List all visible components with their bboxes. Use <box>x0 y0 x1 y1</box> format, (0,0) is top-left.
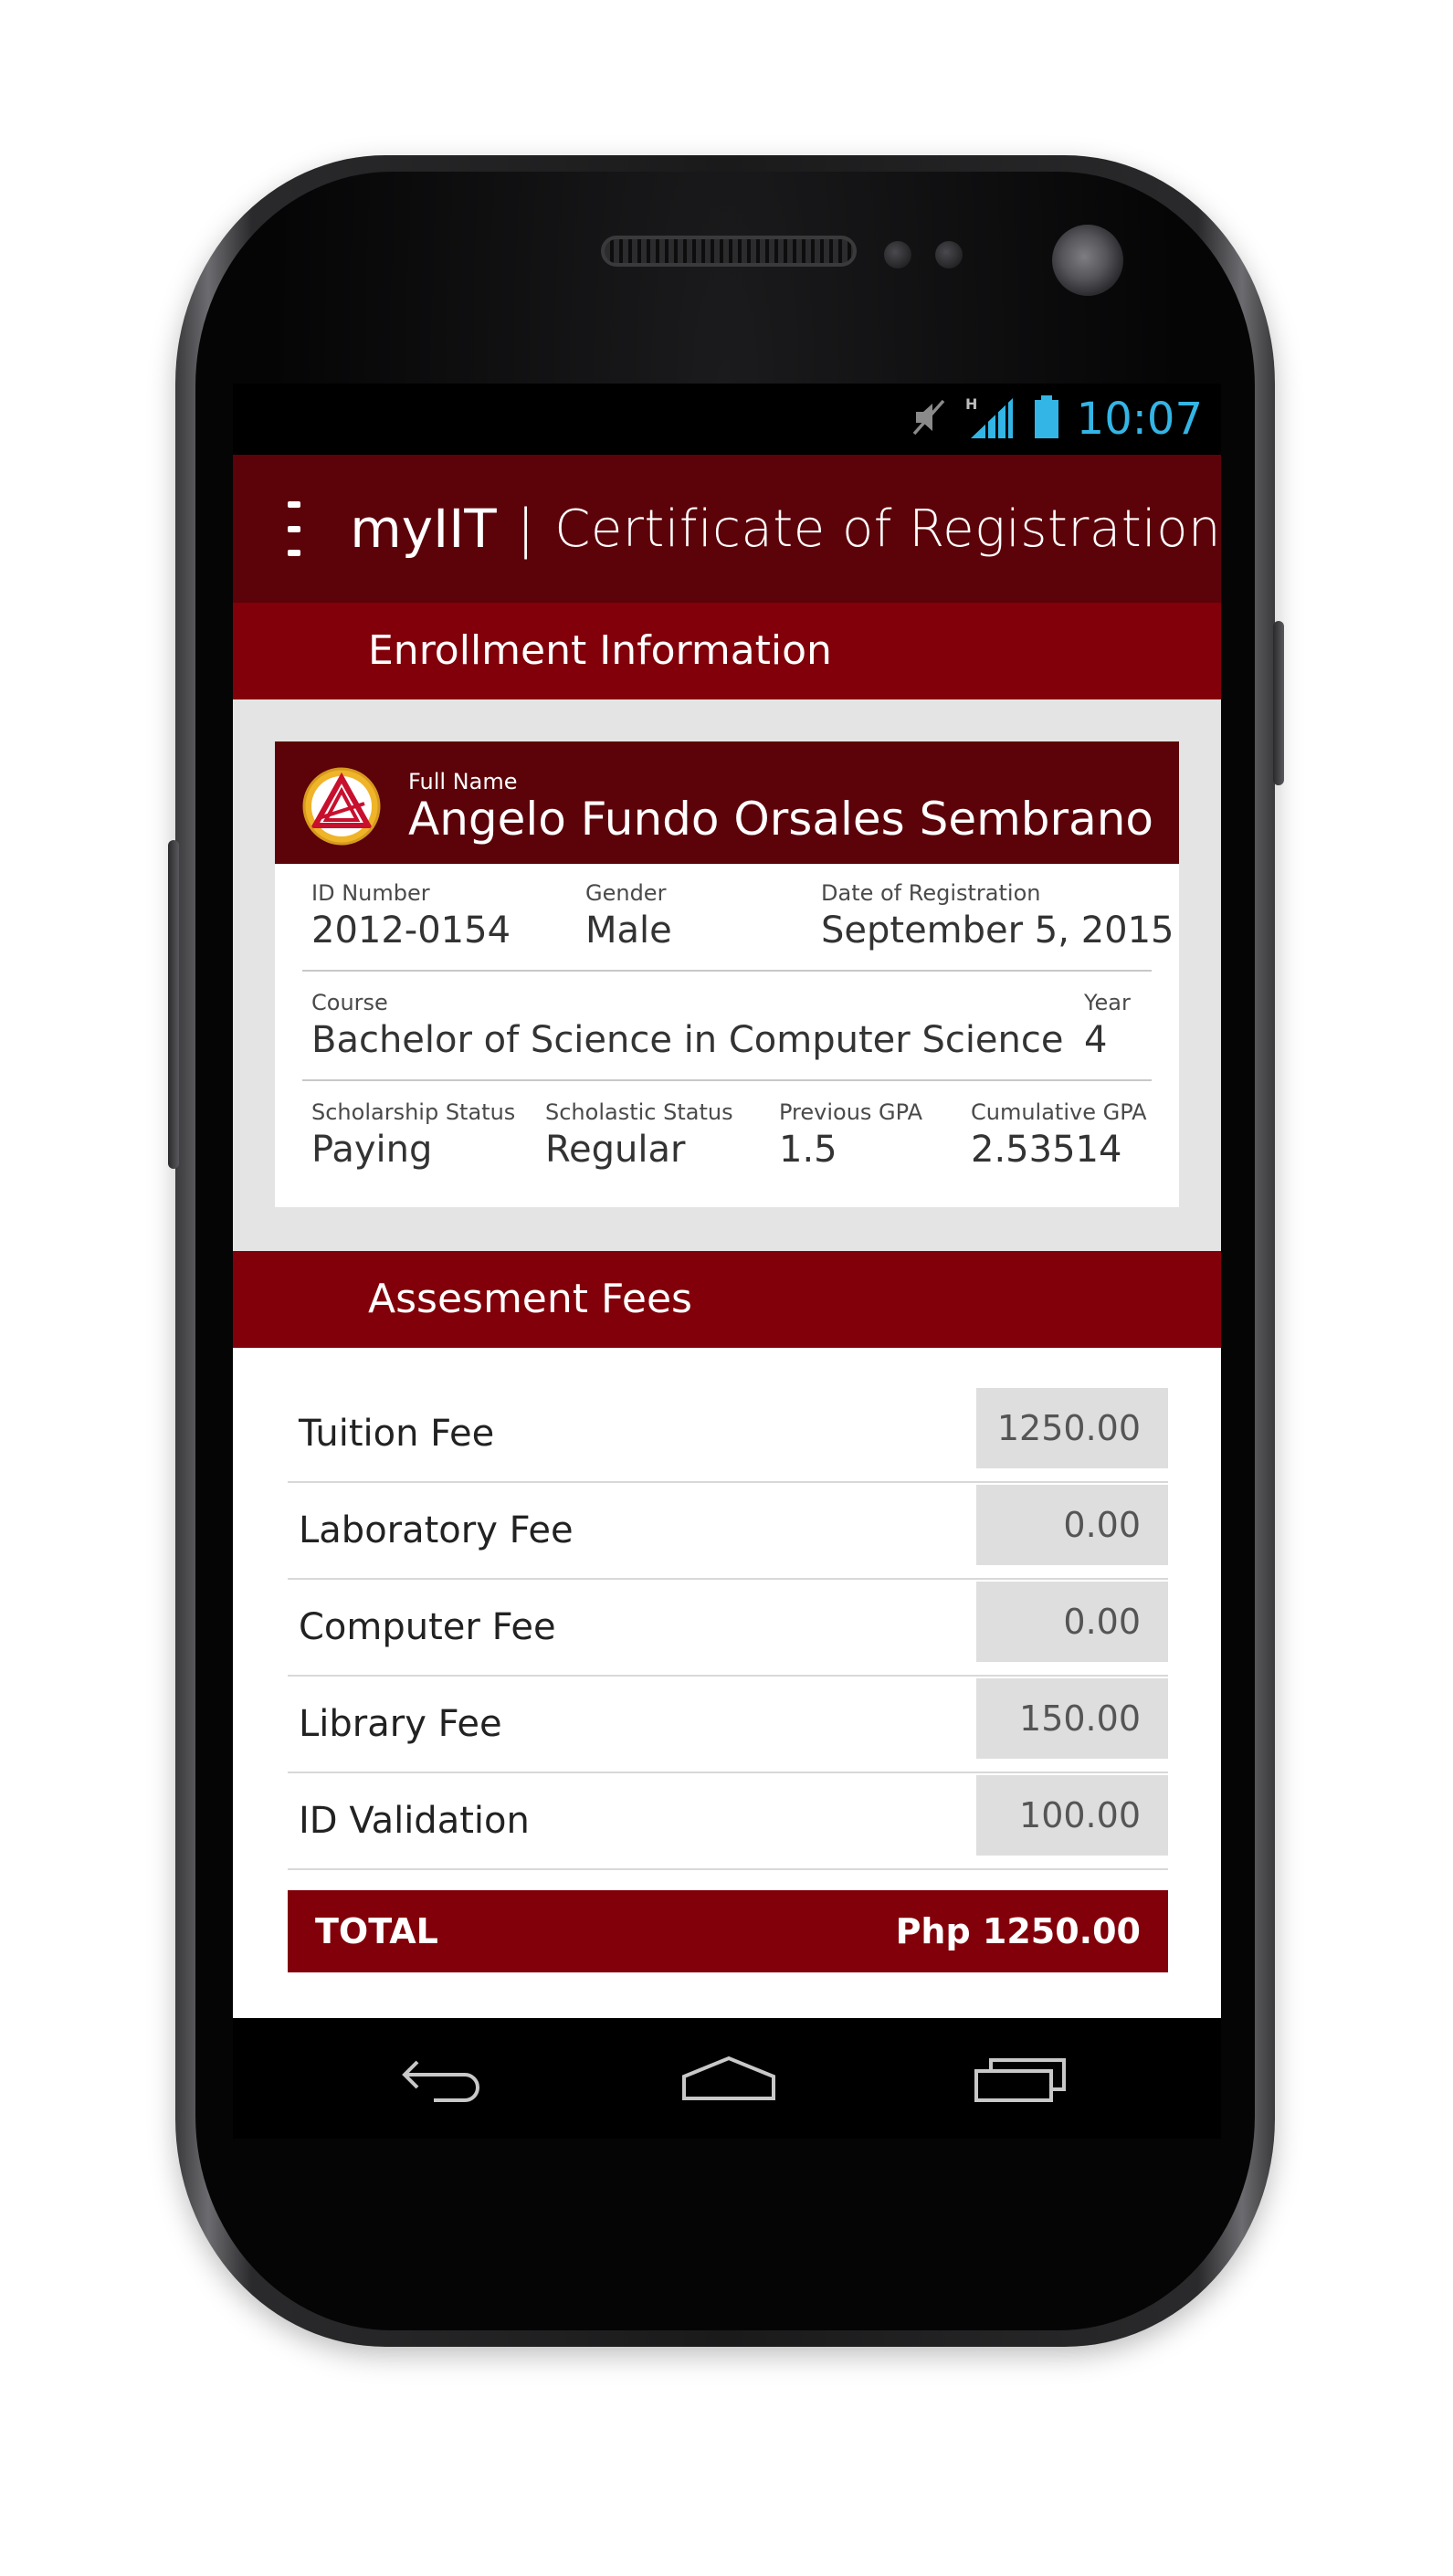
full-name-value: Angelo Fundo Orsales Sembrano <box>408 793 1154 846</box>
year-label: Year <box>1084 990 1131 1015</box>
back-icon[interactable] <box>394 2051 494 2106</box>
school-logo-icon <box>302 767 381 846</box>
home-icon[interactable] <box>679 2051 779 2106</box>
previous-gpa-value: 1.5 <box>779 1129 837 1171</box>
fee-amount: 0.00 <box>976 1582 1168 1662</box>
status-icons: H 10:07 <box>909 384 1203 455</box>
fee-row: Library Fee 150.00 <box>288 1678 1168 1773</box>
fee-row: Computer Fee 0.00 <box>288 1582 1168 1677</box>
app-title: myIIT | Certificate of Registration <box>350 498 1221 560</box>
gender-value: Male <box>585 909 672 952</box>
app-bar: myIIT | Certificate of Registration <box>233 455 1221 603</box>
fee-name: Laboratory Fee <box>299 1509 574 1551</box>
fee-name: Computer Fee <box>299 1606 556 1648</box>
card-divider <box>302 970 1152 972</box>
cumulative-gpa-field: Cumulative GPA 2.53514 <box>971 1099 1147 1171</box>
title-separator: | <box>516 498 535 560</box>
fee-row: Tuition Fee 1250.00 <box>288 1388 1168 1483</box>
total-label: TOTAL <box>315 1911 438 1951</box>
course-value: Bachelor of Science in Computer Science <box>311 1019 1064 1061</box>
id-number-field: ID Number 2012-0154 <box>311 880 511 952</box>
fee-amount: 0.00 <box>976 1485 1168 1565</box>
fee-row: Laboratory Fee 0.00 <box>288 1485 1168 1580</box>
earpiece-speaker <box>601 236 857 267</box>
total-bar: TOTAL Php 1250.00 <box>288 1890 1168 1972</box>
screen: H 10:07 myIIT | Certificate of Registrat… <box>233 384 1221 2139</box>
enrollment-card: Full Name Angelo Fundo Orsales Sembrano … <box>275 741 1179 1207</box>
enrollment-background: Full Name Angelo Fundo Orsales Sembrano … <box>233 699 1221 1251</box>
registration-date-field: Date of Registration September 5, 2015 <box>821 880 1174 952</box>
full-name-label: Full Name <box>408 769 518 794</box>
previous-gpa-field: Previous GPA 1.5 <box>779 1099 922 1171</box>
cumulative-gpa-value: 2.53514 <box>971 1129 1122 1171</box>
fee-name: Library Fee <box>299 1703 502 1745</box>
scholastic-value: Regular <box>545 1129 686 1171</box>
svg-text:H: H <box>965 395 977 413</box>
mute-icon <box>909 397 949 442</box>
student-name-header: Full Name Angelo Fundo Orsales Sembrano <box>275 741 1179 864</box>
fee-name: Tuition Fee <box>299 1413 495 1455</box>
course-field: Course Bachelor of Science in Computer S… <box>311 990 1064 1061</box>
system-nav-bar <box>233 2018 1221 2139</box>
year-field: Year 4 <box>1084 990 1131 1061</box>
proximity-sensor <box>884 241 911 268</box>
enrollment-section-title: Enrollment Information <box>368 627 832 674</box>
scholastic-label: Scholastic Status <box>545 1099 733 1125</box>
recent-apps-icon[interactable] <box>971 2051 1071 2106</box>
course-label: Course <box>311 990 388 1015</box>
total-value: Php 1250.00 <box>895 1911 1141 1951</box>
id-number-label: ID Number <box>311 880 430 906</box>
year-value: 4 <box>1084 1019 1108 1061</box>
gender-label: Gender <box>585 880 667 906</box>
card-divider <box>302 1079 1152 1081</box>
fee-amount: 1250.00 <box>976 1388 1168 1468</box>
scholarship-value: Paying <box>311 1129 433 1171</box>
fees-section-title: Assesment Fees <box>368 1276 692 1322</box>
clock: 10:07 <box>1076 394 1203 445</box>
gender-field: Gender Male <box>585 880 672 952</box>
light-sensor <box>935 241 963 268</box>
fee-name: ID Validation <box>299 1800 530 1842</box>
signal-h-icon: H <box>965 394 1016 445</box>
status-bar: H 10:07 <box>233 384 1221 455</box>
enrollment-section-header: Enrollment Information <box>233 603 1221 699</box>
scholarship-label: Scholarship Status <box>311 1099 516 1125</box>
battery-icon <box>1033 394 1060 445</box>
scholarship-field: Scholarship Status Paying <box>311 1099 515 1171</box>
scholastic-field: Scholastic Status Regular <box>545 1099 733 1171</box>
id-number-value: 2012-0154 <box>311 909 511 952</box>
product-shot: H 10:07 myIIT | Certificate of Registrat… <box>0 0 1453 2576</box>
fees-section-header: Assesment Fees <box>233 1251 1221 1348</box>
power-button <box>1273 621 1284 785</box>
fee-amount: 100.00 <box>976 1775 1168 1856</box>
registration-date-value: September 5, 2015 <box>821 909 1174 952</box>
fee-amount: 150.00 <box>976 1678 1168 1759</box>
fee-row: ID Validation 100.00 <box>288 1775 1168 1870</box>
volume-button <box>168 840 179 1169</box>
cumulative-gpa-label: Cumulative GPA <box>971 1099 1147 1125</box>
page-title: Certificate of Registration <box>554 499 1221 559</box>
hamburger-menu-icon[interactable] <box>288 501 301 556</box>
fees-list: Tuition Fee 1250.00 Laboratory Fee 0.00 … <box>233 1348 1221 2024</box>
registration-date-label: Date of Registration <box>821 880 1041 906</box>
front-camera <box>1052 225 1123 296</box>
previous-gpa-label: Previous GPA <box>779 1099 923 1125</box>
app-brand: myIIT <box>350 498 497 560</box>
